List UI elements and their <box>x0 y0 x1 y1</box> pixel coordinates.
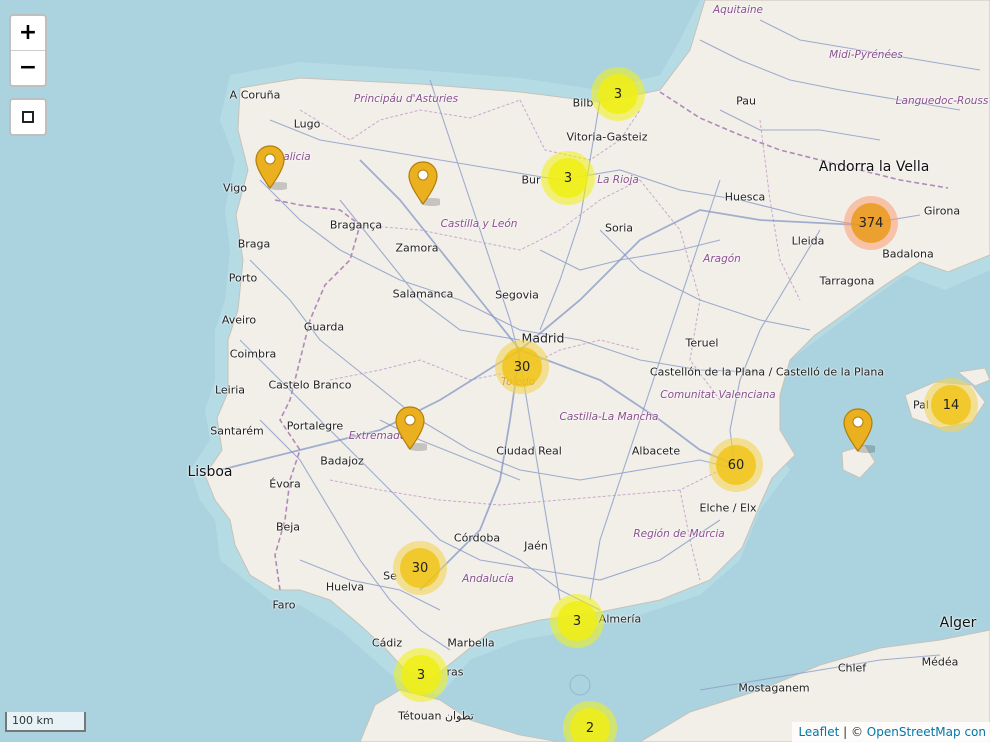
place-label-murcia: Región de Murcia <box>633 528 725 540</box>
marker-cluster-malaga[interactable]: 3 <box>550 594 604 648</box>
place-label-huesca: Huesca <box>724 190 766 204</box>
cluster-count: 14 <box>931 385 971 425</box>
place-label-guarda: Guarda <box>303 320 345 334</box>
place-label-lleida: Lleida <box>791 234 825 248</box>
place-label-castelo-branco: Castelo Branco <box>268 378 352 392</box>
place-label-jaen: Jaén <box>524 539 548 553</box>
place-label-a-coruna: A Coruña <box>229 88 281 102</box>
place-label-midi-pyrenees: Midi-Pyrénées <box>829 49 903 61</box>
cluster-count: 30 <box>400 548 440 588</box>
place-label-tetouan: Tétouan تطوان <box>398 709 474 723</box>
marker-cluster-burgos[interactable]: 3 <box>541 151 595 205</box>
place-label-portalegre: Portalegre <box>286 419 344 433</box>
cluster-count: 374 <box>851 203 891 243</box>
cluster-count: 3 <box>548 158 588 198</box>
place-label-andalucia: Andalucía <box>462 573 514 585</box>
place-label-la-rioja: La Rioja <box>597 174 639 186</box>
cluster-count: 3 <box>598 74 638 114</box>
attribution-separator: | © <box>839 725 867 739</box>
place-label-badalona: Badalona <box>882 247 934 261</box>
attribution: Leaflet | © OpenStreetMap con <box>792 722 990 742</box>
place-label-girona: Girona <box>923 204 961 218</box>
place-label-asturias: Principáu d'Asturies <box>353 93 459 105</box>
place-label-salamanca: Salamanca <box>392 287 454 301</box>
place-label-beja: Beja <box>275 520 301 534</box>
place-label-mostaganem: Mostaganem <box>738 681 810 695</box>
place-label-lugo: Lugo <box>293 117 321 131</box>
place-label-cadiz: Cádiz <box>371 636 403 650</box>
place-label-leiria: Leiria <box>214 383 246 397</box>
leaflet-link[interactable]: Leaflet <box>798 725 839 739</box>
zoom-in-button[interactable]: + <box>11 16 45 50</box>
place-label-aragon: Aragón <box>703 253 741 265</box>
place-label-castilla-mancha: Castilla-La Mancha <box>559 411 659 423</box>
place-label-castellon: Castellón de la Plana / Castelló de la P… <box>649 365 885 379</box>
place-label-teruel: Teruel <box>685 336 719 350</box>
place-label-lisboa: Lisboa <box>187 464 233 480</box>
marker-cluster-sevilla[interactable]: 30 <box>393 541 447 595</box>
osm-link[interactable]: OpenStreetMap con <box>867 725 986 739</box>
zoom-control: + − <box>9 14 47 87</box>
place-label-bilbao: Bilb <box>572 96 594 110</box>
place-label-alger: Alger <box>939 615 977 631</box>
marker-cluster-bilbao[interactable]: 3 <box>591 67 645 121</box>
place-label-chlef: Chlef <box>837 661 867 675</box>
place-label-cordoba: Córdoba <box>453 531 501 545</box>
marker-cluster-alicante[interactable]: 60 <box>709 438 763 492</box>
place-label-tarragona: Tarragona <box>819 274 875 288</box>
place-label-valenciana: Comunitat Valenciana <box>660 389 776 401</box>
square-icon <box>22 111 34 123</box>
place-label-ciudad-real: Ciudad Real <box>496 444 562 458</box>
marker-cluster-gibraltar[interactable]: 3 <box>394 648 448 702</box>
place-label-galicia: alicia <box>283 151 311 163</box>
place-label-albacete: Albacete <box>631 444 681 458</box>
map-container[interactable]: Aquitaine Midi-Pyrénées Languedoc-Rouss Pau… <box>0 0 990 742</box>
place-label-braga: Braga <box>237 237 271 251</box>
place-label-medea: Médéa <box>921 655 959 669</box>
map-pin-icon[interactable] <box>253 144 291 190</box>
cluster-count: 60 <box>716 445 756 485</box>
place-label-segovia: Segovia <box>495 288 539 302</box>
place-label-elche: Elche / Elx <box>699 501 757 515</box>
place-label-castilla-leon: Castilla y León <box>440 218 518 230</box>
zoom-out-button[interactable]: − <box>11 50 45 85</box>
place-label-badajoz: Badajoz <box>320 454 364 468</box>
place-label-porto: Porto <box>228 271 258 285</box>
place-label-braganca: Bragança <box>329 218 383 232</box>
place-label-andorra: Andorra la Vella <box>818 159 930 175</box>
draw-rectangle-button[interactable] <box>9 98 47 136</box>
place-label-zamora: Zamora <box>395 241 439 255</box>
place-label-algeciras: ras <box>446 665 464 679</box>
place-label-soria: Soria <box>604 221 634 235</box>
place-label-aquitaine: Aquitaine <box>712 4 764 16</box>
scale-bar: 100 km <box>5 712 86 732</box>
map-pin-icon[interactable] <box>406 160 444 206</box>
place-label-languedoc: Languedoc-Rouss <box>895 95 989 107</box>
map-pin-icon[interactable] <box>393 405 431 451</box>
place-label-marbella: Marbella <box>447 636 495 650</box>
map-pin-icon[interactable] <box>841 407 879 453</box>
cluster-count: 30 <box>502 347 542 387</box>
marker-cluster-barcelona[interactable]: 374 <box>844 196 898 250</box>
place-label-vitoria: Vitoria-Gasteiz <box>566 130 648 144</box>
place-label-santarem: Santarém <box>210 424 264 438</box>
place-label-pau: Pau <box>736 94 756 108</box>
marker-cluster-palma[interactable]: 14 <box>924 378 978 432</box>
place-label-evora: Évora <box>269 477 301 491</box>
cluster-count: 2 <box>570 708 610 742</box>
place-label-huelva: Huelva <box>325 580 365 594</box>
cluster-count: 3 <box>401 655 441 695</box>
place-label-vigo: Vigo <box>222 181 248 195</box>
cluster-count: 3 <box>557 601 597 641</box>
place-label-faro: Faro <box>272 598 296 612</box>
marker-cluster-madrid[interactable]: 30 <box>495 340 549 394</box>
place-label-almeria: Almería <box>598 612 642 626</box>
place-label-burgos: Bur <box>521 173 541 187</box>
place-label-aveiro: Aveiro <box>221 313 257 327</box>
place-label-coimbra: Coimbra <box>229 347 277 361</box>
